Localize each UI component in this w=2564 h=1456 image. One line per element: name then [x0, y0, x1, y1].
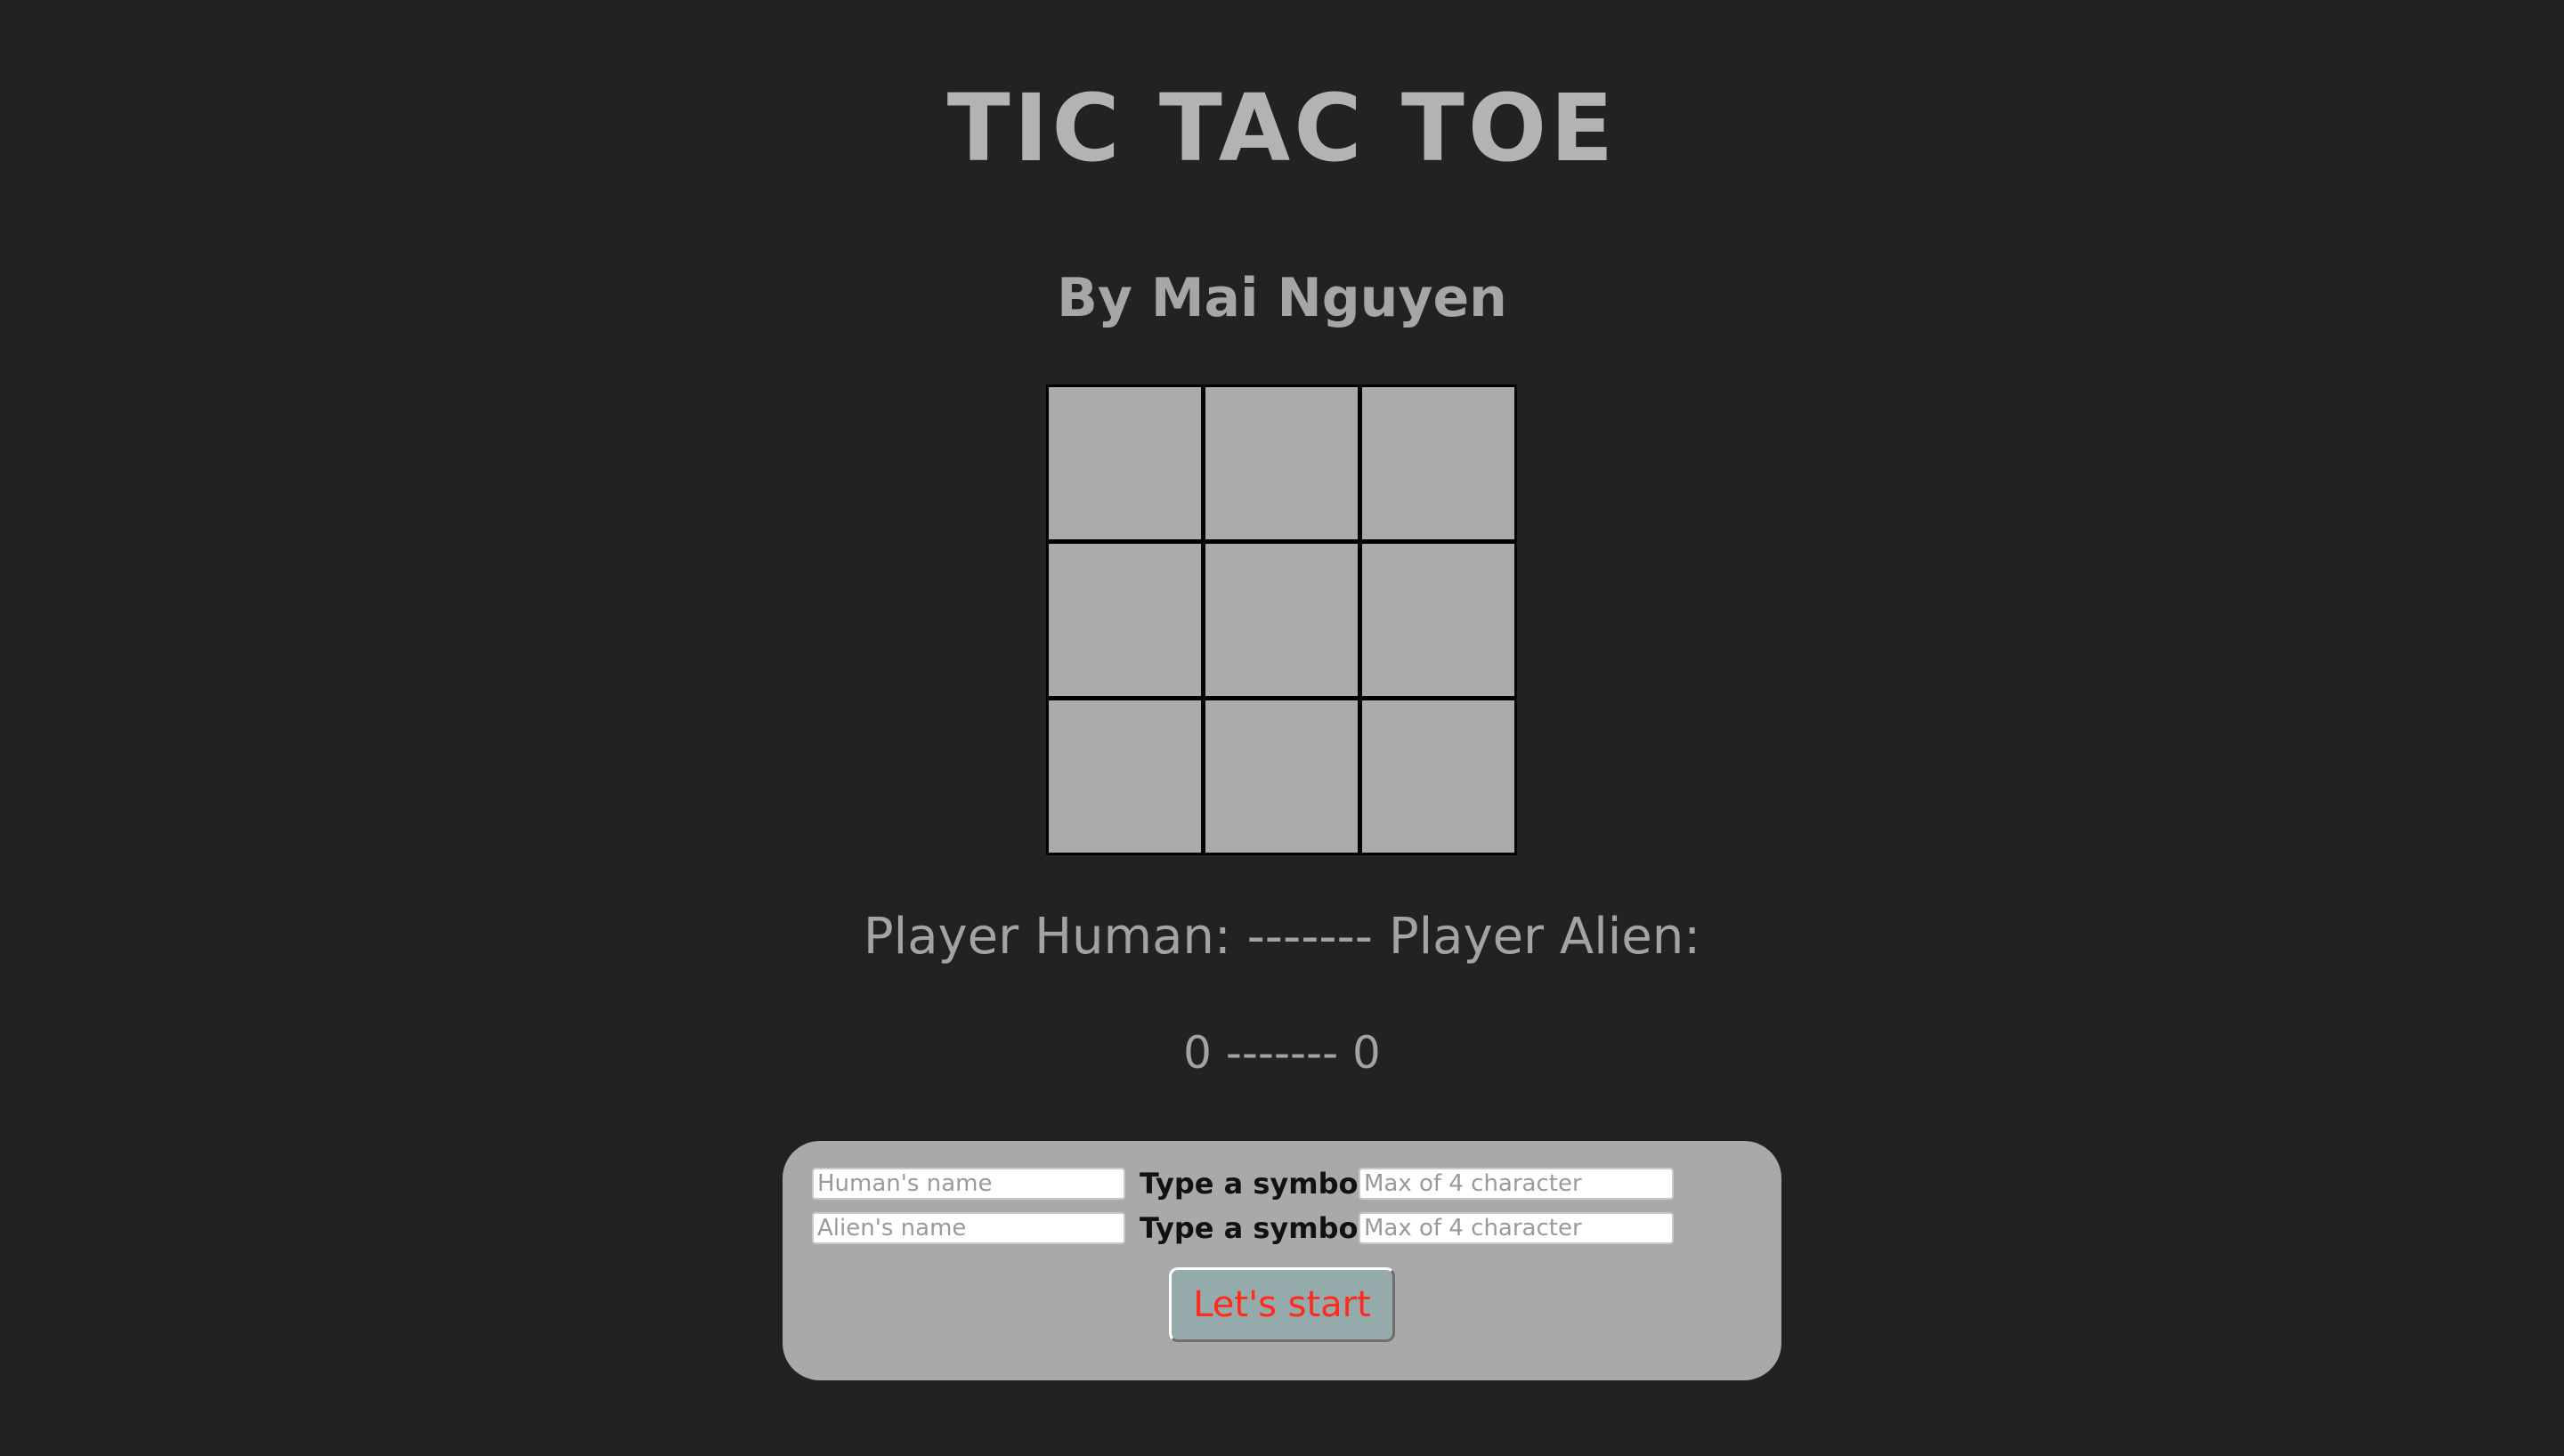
board-cell[interactable]	[1205, 387, 1358, 539]
human-setup-row: Type a symbol:	[812, 1166, 1674, 1201]
alien-symbol-label: Type a symbol:	[1140, 1211, 1380, 1245]
board-cell[interactable]	[1362, 700, 1514, 853]
human-symbol-label: Type a symbol:	[1140, 1167, 1380, 1201]
board-cell[interactable]	[1205, 544, 1358, 696]
human-symbol-input[interactable]	[1359, 1168, 1674, 1200]
player-names-line: Player Human: ------- Player Alien:	[863, 908, 1701, 966]
game-title: TIC TAC TOE	[946, 74, 1618, 182]
board-cell[interactable]	[1362, 387, 1514, 539]
board-cell[interactable]	[1362, 544, 1514, 696]
score-line: 0 ------- 0	[1183, 1027, 1381, 1079]
human-name-input[interactable]	[812, 1168, 1125, 1200]
alien-setup-row: Type a symbol:	[812, 1210, 1674, 1246]
board-cell[interactable]	[1049, 387, 1201, 539]
setup-form-panel: Type a symbol: Type a symbol: Let's star…	[783, 1141, 1781, 1380]
board-cell[interactable]	[1049, 700, 1201, 853]
author-credit: By Mai Nguyen	[1057, 267, 1507, 329]
alien-symbol-input[interactable]	[1359, 1212, 1674, 1244]
board-cell[interactable]	[1205, 700, 1358, 853]
alien-name-input[interactable]	[812, 1212, 1125, 1244]
board-cell[interactable]	[1049, 544, 1201, 696]
start-game-button[interactable]: Let's start	[1169, 1267, 1395, 1342]
game-board	[1046, 384, 1517, 855]
